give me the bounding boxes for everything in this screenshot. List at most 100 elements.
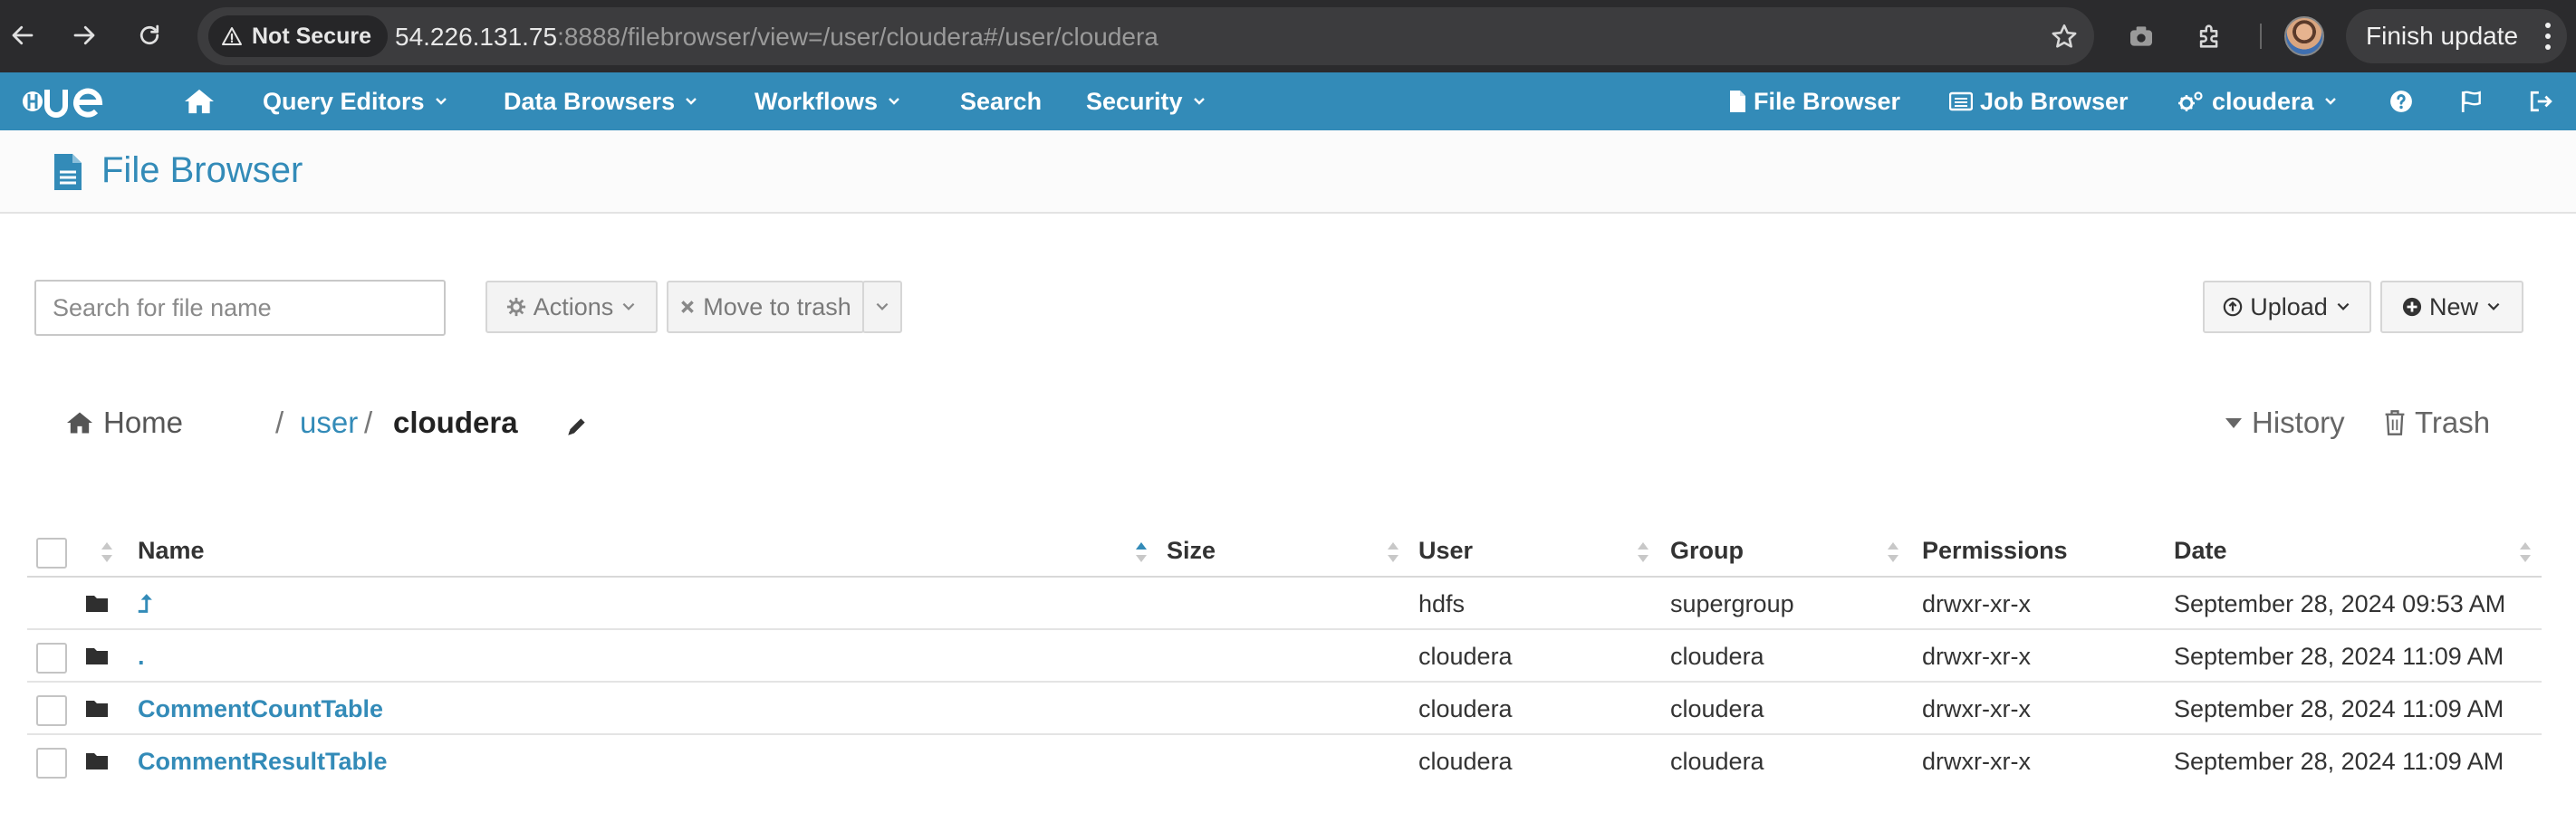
file-date: September 28, 2024 09:53 AM (2174, 590, 2506, 617)
move-to-trash-button[interactable]: Move to trash (667, 281, 864, 333)
back-icon[interactable] (0, 13, 45, 58)
search-input[interactable] (34, 280, 446, 336)
sort-asc-icon[interactable] (1134, 540, 1149, 565)
sort-icon[interactable] (2518, 540, 2533, 565)
chevron-down-icon (2337, 302, 2350, 311)
select-all-checkbox[interactable] (36, 538, 67, 569)
finish-update-label: Finish update (2366, 22, 2519, 50)
chevron-down-icon (889, 98, 899, 105)
file-name-link[interactable]: CommentResultTable (138, 748, 388, 776)
gears-icon (2178, 91, 2203, 111)
address-bar[interactable]: Not Secure 54.226.131.75:8888/filebrowse… (197, 7, 2094, 65)
trash-options-dropdown[interactable] (862, 281, 902, 333)
trash-icon (2385, 410, 2405, 435)
hue-logo[interactable] (20, 82, 121, 120)
file-group: supergroup (1670, 590, 1794, 617)
reload-icon[interactable] (127, 13, 172, 58)
security-label: Not Secure (252, 23, 371, 49)
column-header-group[interactable]: Group (1670, 537, 1744, 565)
chevron-down-icon (435, 98, 447, 105)
nav-data-browsers[interactable]: Data Browsers (504, 72, 698, 130)
column-header-permissions[interactable]: Permissions (1922, 537, 2068, 565)
column-header-user[interactable]: User (1418, 537, 1473, 565)
table-row[interactable]: CommentResultTable cloudera cloudera drw… (27, 735, 2542, 788)
breadcrumb-current: cloudera (393, 406, 518, 439)
sort-icon[interactable] (1886, 540, 1900, 565)
file-icon (1730, 91, 1745, 112)
nav-workflows-label: Workflows (755, 87, 879, 115)
file-date: September 28, 2024 11:09 AM (2174, 748, 2504, 775)
breadcrumb-separator: / (364, 406, 373, 439)
browser-toolbar: Not Secure 54.226.131.75:8888/filebrowse… (0, 0, 2576, 72)
caret-down-icon (2225, 418, 2242, 428)
table-row[interactable]: . cloudera cloudera drwxr-xr-x September… (27, 630, 2542, 683)
file-permissions: drwxr-xr-x (1922, 590, 2031, 617)
row-checkbox[interactable] (36, 748, 67, 779)
column-header-date[interactable]: Date (2174, 537, 2227, 565)
chevron-down-icon (686, 98, 697, 105)
nav-file-browser[interactable]: File Browser (1728, 72, 1900, 130)
flag-icon[interactable] (2460, 72, 2484, 130)
forward-icon[interactable] (62, 13, 107, 58)
nav-query-editors[interactable]: Query Editors (263, 72, 448, 130)
nav-search[interactable]: Search (960, 72, 1042, 130)
nav-search-label: Search (960, 87, 1043, 115)
row-checkbox[interactable] (36, 695, 67, 726)
upload-button[interactable]: Upload (2203, 281, 2371, 333)
sort-icon[interactable] (1386, 540, 1400, 565)
actions-label: Actions (533, 292, 614, 320)
security-chip[interactable]: Not Secure (208, 15, 388, 57)
file-text-icon (54, 154, 82, 190)
sort-icon[interactable] (100, 540, 114, 565)
upload-label: Upload (2250, 292, 2328, 320)
file-name-link[interactable]: ⮥ (138, 590, 152, 619)
bookmark-star-icon[interactable] (2049, 22, 2080, 53)
trash-label: Trash (2415, 406, 2491, 439)
file-group: cloudera (1670, 643, 1764, 670)
chevron-down-icon (2487, 302, 2500, 311)
trash-button[interactable]: Trash (2384, 406, 2490, 440)
file-user: cloudera (1418, 695, 1513, 722)
file-name-link[interactable]: CommentCountTable (138, 695, 383, 723)
home-icon[interactable] (183, 72, 216, 130)
breadcrumb-separator: / (275, 406, 284, 439)
file-user: cloudera (1418, 748, 1513, 775)
plus-circle-icon (2402, 297, 2422, 317)
nav-security[interactable]: Security (1086, 72, 1206, 130)
column-header-name[interactable]: Name (138, 537, 205, 565)
url-text[interactable]: 54.226.131.75:8888/filebrowser/view=/use… (395, 23, 1158, 52)
help-icon[interactable] (2389, 72, 2413, 130)
nav-job-browser[interactable]: Job Browser (1949, 72, 2129, 130)
folder-icon (86, 648, 108, 664)
file-permissions: drwxr-xr-x (1922, 643, 2031, 670)
logout-icon[interactable] (2529, 72, 2552, 130)
history-button[interactable]: History (2225, 406, 2345, 440)
camera-icon[interactable] (2123, 18, 2159, 54)
new-button[interactable]: New (2380, 281, 2523, 333)
breadcrumb-user[interactable]: user (300, 406, 358, 440)
hue-navbar: Query Editors Data Browsers Workflows Se… (0, 72, 2576, 130)
file-name-link[interactable]: . (138, 643, 145, 671)
breadcrumb-home[interactable]: Home (65, 406, 183, 440)
nav-security-label: Security (1086, 87, 1183, 115)
extensions-icon[interactable] (2192, 18, 2228, 54)
file-permissions: drwxr-xr-x (1922, 748, 2031, 775)
profile-avatar[interactable] (2284, 16, 2324, 56)
chevron-down-icon (622, 302, 635, 311)
sort-icon[interactable] (1636, 540, 1650, 565)
nav-workflows[interactable]: Workflows (755, 72, 901, 130)
more-vert-icon (2545, 23, 2551, 50)
table-row-parent[interactable]: ⮥ hdfs supergroup drwxr-xr-x September 2… (27, 578, 2542, 630)
file-date: September 28, 2024 11:09 AM (2174, 695, 2504, 722)
row-checkbox[interactable] (36, 643, 67, 674)
finish-update-button[interactable]: Finish update (2346, 9, 2567, 63)
table-row[interactable]: CommentCountTable cloudera cloudera drwx… (27, 683, 2542, 735)
list-icon (1949, 91, 1973, 111)
page-header: File Browser (0, 130, 2576, 214)
column-header-size[interactable]: Size (1167, 537, 1216, 565)
history-label: History (2252, 406, 2345, 439)
pencil-icon[interactable] (565, 415, 589, 438)
nav-user-menu[interactable]: cloudera (2177, 72, 2338, 130)
actions-button[interactable]: Actions (485, 281, 658, 333)
file-permissions: drwxr-xr-x (1922, 695, 2031, 722)
